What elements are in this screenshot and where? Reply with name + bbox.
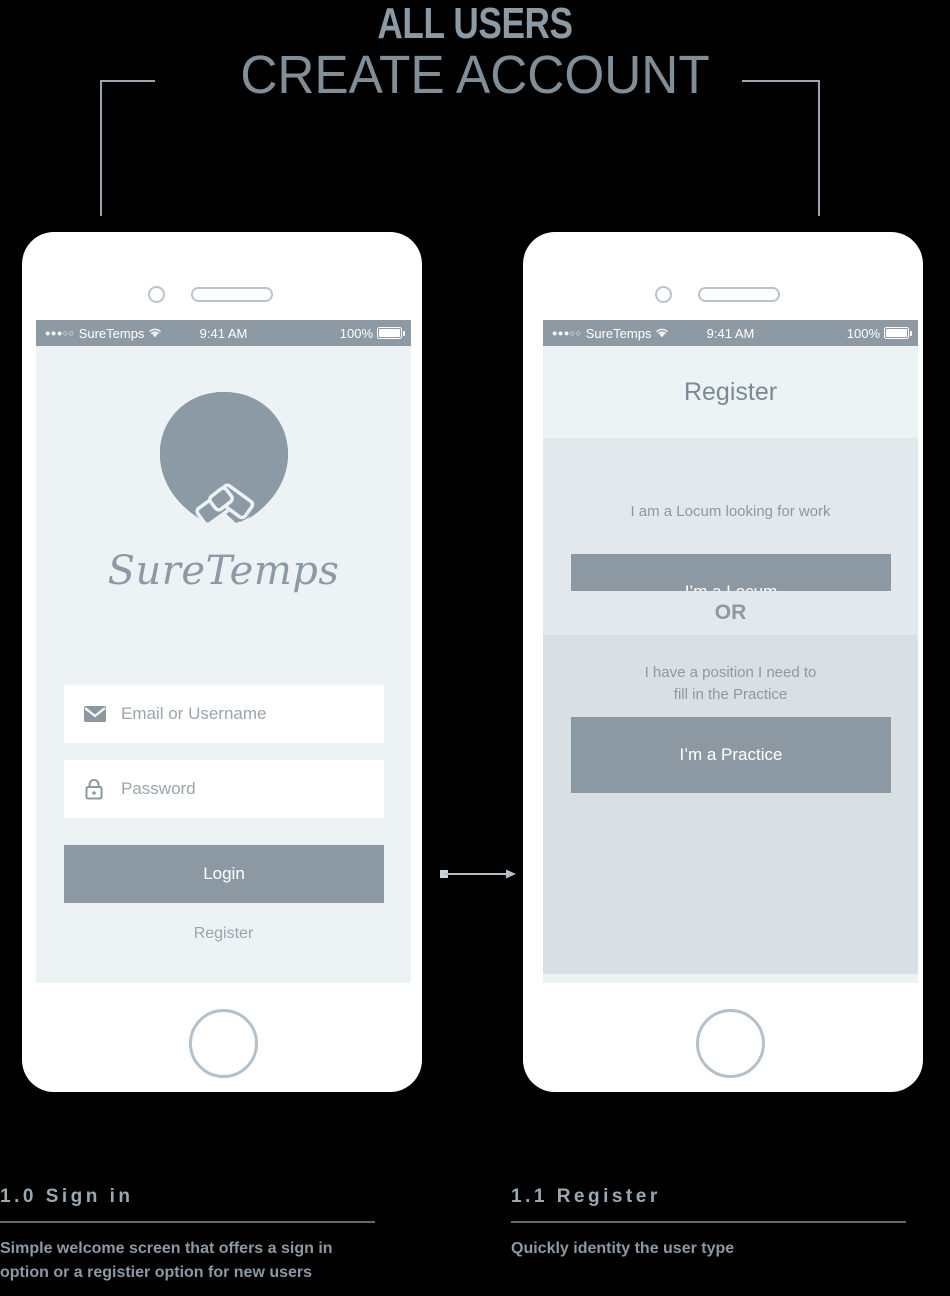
register-title: Register <box>543 346 918 438</box>
caption-register-rule <box>511 1220 906 1223</box>
caption-signin-rule <box>0 1220 375 1223</box>
front-camera-icon <box>148 286 165 303</box>
carrier-label: SureTemps <box>78 325 145 341</box>
status-bar: ●●●○○ SureTemps 9:41 AM 100% <box>543 320 918 346</box>
page-title: CREATE ACCOUNT <box>240 45 710 105</box>
battery-percent-label: 100% <box>846 325 880 341</box>
caption-register-title: 1.1 Register <box>511 1186 661 1207</box>
front-camera-icon <box>655 286 672 303</box>
caption-signin: 1.0 Sign in Simple welcome screen that o… <box>0 1186 375 1285</box>
practice-caption-line2: fill in the Practice <box>673 685 788 703</box>
email-field-placeholder: Email or Username <box>121 704 267 723</box>
register-link[interactable]: Register <box>36 925 411 943</box>
email-field[interactable]: Email or Username <box>64 685 384 743</box>
caption-signin-body: Simple welcome screen that offers a sign… <box>0 1239 333 1281</box>
home-button[interactable] <box>696 1009 765 1078</box>
flow-connector-arrow <box>440 869 516 879</box>
app-wordmark: SureTemps <box>107 548 340 594</box>
battery-full-icon <box>377 327 405 339</box>
lock-icon <box>84 778 112 800</box>
signal-dots-icon: ●●●○○ <box>45 327 75 338</box>
locum-section: I am a Locum looking for work I’m a Locu… <box>543 438 918 630</box>
practice-caption-line1: I have a position I need to <box>644 664 817 681</box>
bracket-right-horizontal <box>742 80 820 82</box>
im-a-practice-button[interactable]: I’m a Practice <box>571 717 891 793</box>
bracket-left-vertical <box>100 80 102 216</box>
practice-caption: I have a position I need to fill in the … <box>543 662 918 706</box>
header-eyebrow: ALL USERS <box>377 0 573 48</box>
caption-signin-title: 1.0 Sign in <box>0 1186 134 1207</box>
screen-signin: ●●●○○ SureTemps 9:41 AM 100% SureTemps E… <box>36 320 411 983</box>
suretemps-pin-handshake-logo <box>159 392 288 527</box>
earpiece-speaker <box>698 287 780 302</box>
app-logo: SureTemps <box>36 388 411 594</box>
caption-register: 1.1 Register Quickly identity the user t… <box>511 1186 906 1261</box>
practice-section: I have a position I need to fill in the … <box>543 635 918 974</box>
battery-full-icon <box>884 327 912 339</box>
wifi-icon <box>148 326 162 341</box>
caption-register-body: Quickly identity the user type <box>511 1239 735 1257</box>
envelope-icon <box>84 706 112 722</box>
locum-caption: I am a Locum looking for work <box>630 503 831 520</box>
bracket-left-horizontal <box>100 80 155 82</box>
screen-register: ●●●○○ SureTemps 9:41 AM 100% Register I … <box>543 320 918 983</box>
signal-dots-icon: ●●●○○ <box>552 327 582 338</box>
status-bar: ●●●○○ SureTemps 9:41 AM 100% <box>36 320 411 346</box>
password-field[interactable]: Password <box>64 760 384 818</box>
earpiece-speaker <box>191 287 273 302</box>
wifi-icon <box>655 326 669 341</box>
bracket-right-vertical <box>818 80 820 216</box>
or-divider: OR <box>543 591 918 635</box>
login-button[interactable]: Login <box>64 845 384 903</box>
battery-percent-label: 100% <box>339 325 373 341</box>
home-button[interactable] <box>189 1009 258 1078</box>
password-field-placeholder: Password <box>121 779 196 798</box>
header-block: ALL USERS CREATE ACCOUNT <box>0 0 950 230</box>
carrier-label: SureTemps <box>585 325 652 341</box>
